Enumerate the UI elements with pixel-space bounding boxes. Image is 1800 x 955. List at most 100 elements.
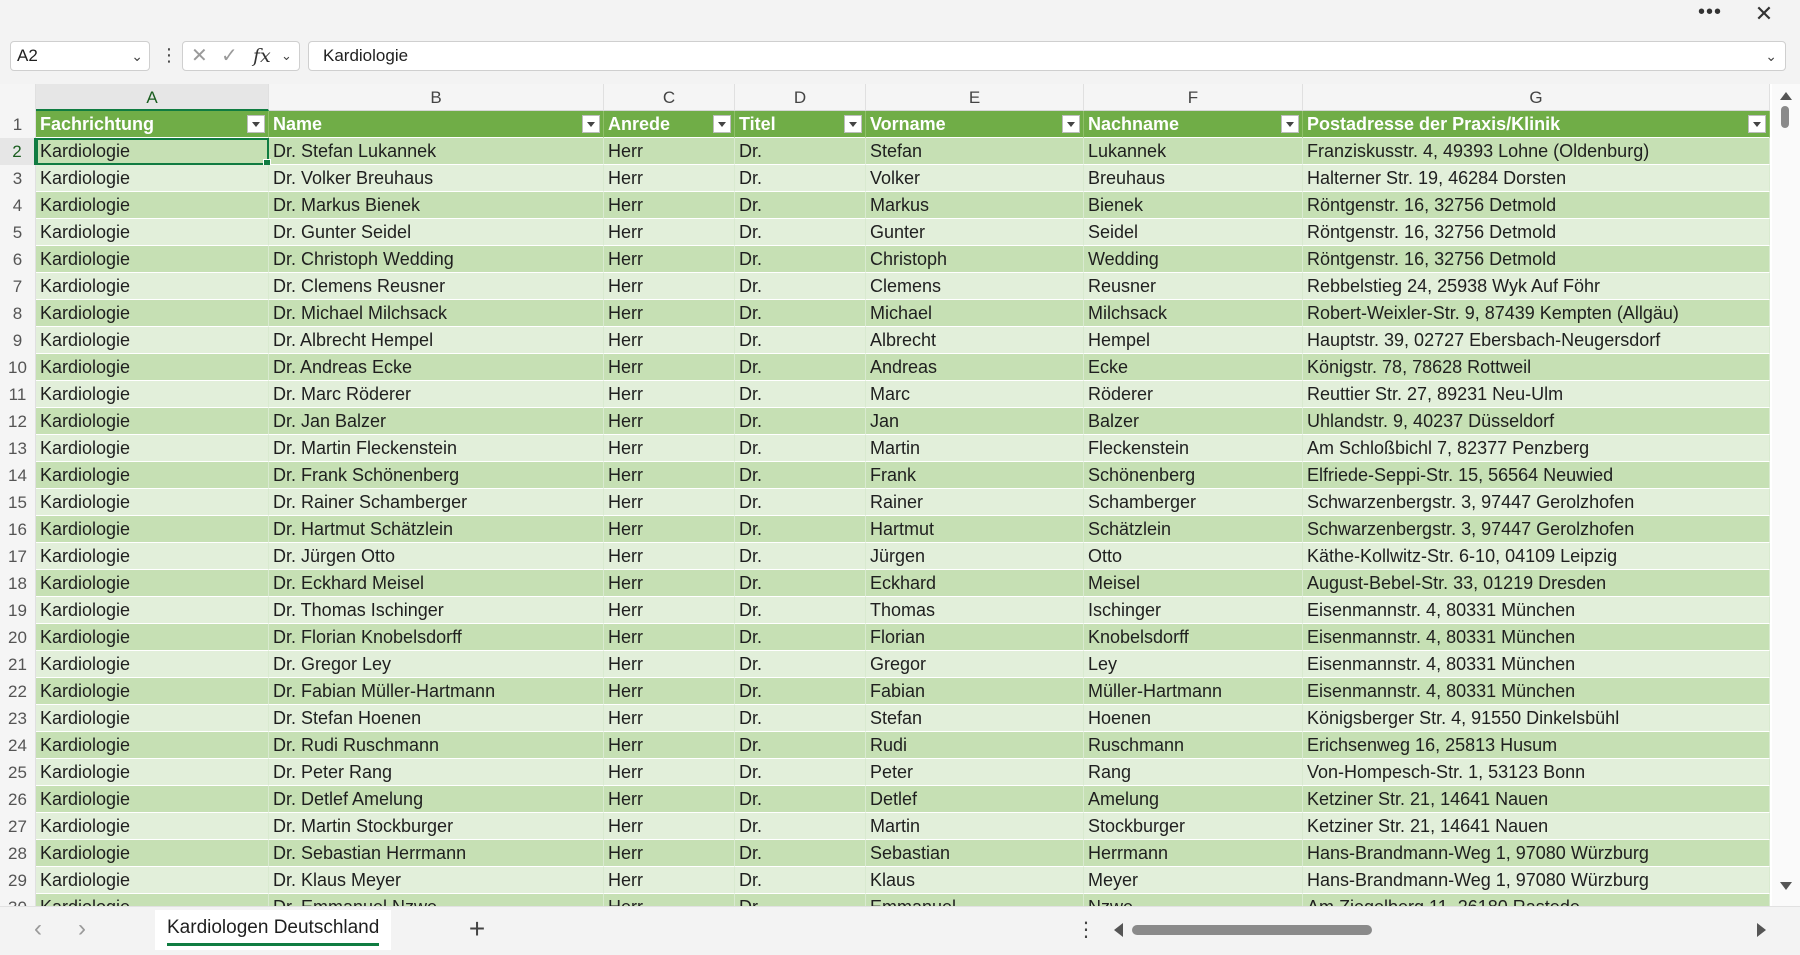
table-cell[interactable]: Dr. bbox=[735, 489, 866, 516]
more-vertical-icon[interactable]: ⋮ bbox=[160, 41, 178, 71]
table-cell[interactable]: Halterner Str. 19, 46284 Dorsten bbox=[1303, 165, 1770, 192]
table-header-cell[interactable]: Nachname bbox=[1084, 111, 1303, 138]
table-cell[interactable]: Kardiologie bbox=[36, 786, 269, 813]
table-cell[interactable]: Herr bbox=[604, 786, 735, 813]
table-cell[interactable]: Herrmann bbox=[1084, 840, 1303, 867]
table-cell[interactable]: Kardiologie bbox=[36, 840, 269, 867]
table-cell[interactable]: Dr. bbox=[735, 543, 866, 570]
table-cell[interactable]: Volker bbox=[866, 165, 1084, 192]
table-cell[interactable]: Hans-Brandmann-Weg 1, 97080 Würzburg bbox=[1303, 840, 1770, 867]
table-cell[interactable]: Dr. Michael Milchsack bbox=[269, 300, 604, 327]
filter-dropdown-icon[interactable] bbox=[1062, 115, 1080, 133]
table-cell[interactable]: Am Ziegelberg 11, 26180 Rastede bbox=[1303, 894, 1770, 906]
table-cell[interactable]: Kardiologie bbox=[36, 246, 269, 273]
row-number[interactable]: 22 bbox=[0, 678, 36, 705]
row-number[interactable]: 26 bbox=[0, 786, 36, 813]
table-cell[interactable]: Gunter bbox=[866, 219, 1084, 246]
table-cell[interactable]: Dr. bbox=[735, 705, 866, 732]
table-cell[interactable]: Herr bbox=[604, 408, 735, 435]
table-cell[interactable]: Königsberger Str. 4, 91550 Dinkelsbühl bbox=[1303, 705, 1770, 732]
table-cell[interactable]: Kardiologie bbox=[36, 867, 269, 894]
table-cell[interactable]: Herr bbox=[604, 246, 735, 273]
row-number[interactable]: 21 bbox=[0, 651, 36, 678]
table-cell[interactable]: Herr bbox=[604, 813, 735, 840]
table-cell[interactable]: Kardiologie bbox=[36, 732, 269, 759]
table-cell[interactable]: Am Schloßbichl 7, 82377 Penzberg bbox=[1303, 435, 1770, 462]
row-number[interactable]: 3 bbox=[0, 165, 36, 192]
table-cell[interactable]: Dr. bbox=[735, 165, 866, 192]
table-cell[interactable]: Breuhaus bbox=[1084, 165, 1303, 192]
table-header-cell[interactable]: Postadresse der Praxis/Klinik bbox=[1303, 111, 1770, 138]
table-cell[interactable]: Dr. bbox=[735, 462, 866, 489]
table-cell[interactable]: Eisenmannstr. 4, 80331 München bbox=[1303, 651, 1770, 678]
table-cell[interactable]: Hempel bbox=[1084, 327, 1303, 354]
table-cell[interactable]: Dr. bbox=[735, 570, 866, 597]
table-cell[interactable]: Dr. Clemens Reusner bbox=[269, 273, 604, 300]
table-cell[interactable]: Elfriede-Seppi-Str. 15, 56564 Neuwied bbox=[1303, 462, 1770, 489]
cancel-icon[interactable]: ✕ bbox=[191, 42, 208, 70]
table-cell[interactable]: Kardiologie bbox=[36, 894, 269, 906]
table-cell[interactable]: Knobelsdorff bbox=[1084, 624, 1303, 651]
table-cell[interactable]: Kardiologie bbox=[36, 165, 269, 192]
table-cell[interactable]: Sebastian bbox=[866, 840, 1084, 867]
table-cell[interactable]: Rainer bbox=[866, 489, 1084, 516]
row-number[interactable]: 29 bbox=[0, 867, 36, 894]
scroll-up-icon[interactable] bbox=[1780, 92, 1792, 100]
table-cell[interactable]: Ley bbox=[1084, 651, 1303, 678]
table-cell[interactable]: Jan bbox=[866, 408, 1084, 435]
row-number[interactable]: 18 bbox=[0, 570, 36, 597]
table-cell[interactable]: Herr bbox=[604, 381, 735, 408]
row-number[interactable]: 19 bbox=[0, 597, 36, 624]
row-number[interactable]: 16 bbox=[0, 516, 36, 543]
table-cell[interactable]: Dr. bbox=[735, 651, 866, 678]
table-cell[interactable]: Dr. Eckhard Meisel bbox=[269, 570, 604, 597]
chevron-down-icon[interactable]: ⌄ bbox=[281, 42, 292, 70]
table-cell[interactable]: Frank bbox=[866, 462, 1084, 489]
table-cell[interactable]: Uhlandstr. 9, 40237 Düsseldorf bbox=[1303, 408, 1770, 435]
table-cell[interactable]: Dr. Florian Knobelsdorff bbox=[269, 624, 604, 651]
spreadsheet-grid[interactable]: A B C D E F G 1 Fachrichtung Name Anrede Titel Vorna… bbox=[0, 84, 1770, 906]
table-cell[interactable]: Milchsack bbox=[1084, 300, 1303, 327]
table-cell[interactable]: Dr. Rudi Ruschmann bbox=[269, 732, 604, 759]
table-cell[interactable]: Kardiologie bbox=[36, 651, 269, 678]
table-cell[interactable]: Thomas bbox=[866, 597, 1084, 624]
table-cell[interactable]: Meisel bbox=[1084, 570, 1303, 597]
table-cell[interactable]: Ketziner Str. 21, 14641 Nauen bbox=[1303, 813, 1770, 840]
table-cell[interactable]: Dr. bbox=[735, 597, 866, 624]
table-cell[interactable]: Herr bbox=[604, 273, 735, 300]
vertical-scrollbar[interactable] bbox=[1772, 84, 1800, 906]
table-cell[interactable]: Röntgenstr. 16, 32756 Detmold bbox=[1303, 219, 1770, 246]
more-options-button[interactable]: ••• bbox=[1694, 2, 1726, 26]
table-cell[interactable]: Schwarzenbergstr. 3, 97447 Gerolzhofen bbox=[1303, 489, 1770, 516]
table-cell[interactable]: Kardiologie bbox=[36, 408, 269, 435]
table-cell[interactable]: Dr. bbox=[735, 435, 866, 462]
table-cell[interactable]: Markus bbox=[866, 192, 1084, 219]
row-number[interactable]: 13 bbox=[0, 435, 36, 462]
table-cell[interactable]: Herr bbox=[604, 354, 735, 381]
more-vertical-icon[interactable]: ⋮ bbox=[1076, 917, 1096, 942]
next-sheet-icon[interactable]: › bbox=[70, 915, 94, 943]
expand-formula-icon[interactable]: ⌄ bbox=[1765, 42, 1777, 70]
table-cell[interactable]: Rebbelstieg 24, 25938 Wyk Auf Föhr bbox=[1303, 273, 1770, 300]
table-cell[interactable]: Hartmut bbox=[866, 516, 1084, 543]
table-cell[interactable]: Dr. Rainer Schamberger bbox=[269, 489, 604, 516]
table-cell[interactable]: Fabian bbox=[866, 678, 1084, 705]
table-cell[interactable]: Dr. Jürgen Otto bbox=[269, 543, 604, 570]
table-cell[interactable]: Andreas bbox=[866, 354, 1084, 381]
table-cell[interactable]: Dr. bbox=[735, 327, 866, 354]
table-cell[interactable]: Kardiologie bbox=[36, 192, 269, 219]
table-cell[interactable]: Dr. Klaus Meyer bbox=[269, 867, 604, 894]
table-cell[interactable]: Herr bbox=[604, 489, 735, 516]
table-cell[interactable]: Von-Hompesch-Str. 1, 53123 Bonn bbox=[1303, 759, 1770, 786]
table-cell[interactable]: Dr. Fabian Müller-Hartmann bbox=[269, 678, 604, 705]
table-cell[interactable]: Dr. Stefan Lukannek bbox=[269, 138, 604, 165]
table-cell[interactable]: Herr bbox=[604, 165, 735, 192]
table-cell[interactable]: Dr. bbox=[735, 219, 866, 246]
table-cell[interactable]: Dr. bbox=[735, 894, 866, 906]
row-number[interactable]: 23 bbox=[0, 705, 36, 732]
column-header[interactable]: C bbox=[604, 84, 735, 111]
table-cell[interactable]: Ecke bbox=[1084, 354, 1303, 381]
scroll-down-icon[interactable] bbox=[1780, 882, 1792, 890]
table-cell[interactable]: Kardiologie bbox=[36, 570, 269, 597]
table-cell[interactable]: Schönenberg bbox=[1084, 462, 1303, 489]
